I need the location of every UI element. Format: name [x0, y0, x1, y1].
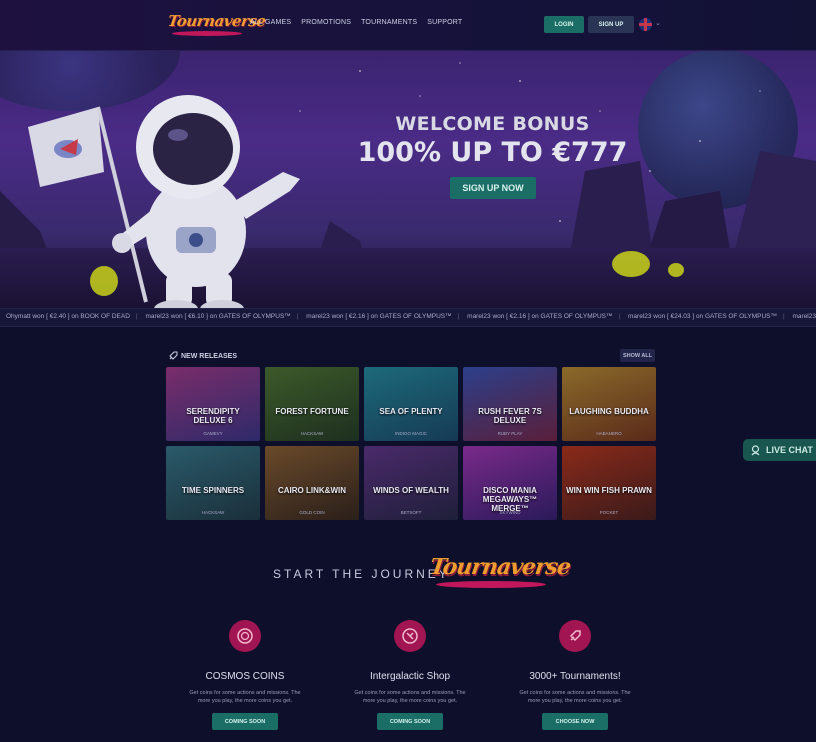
main-nav: ALL GAMES PROMOTIONS TOURNAMENTS SUPPORT	[250, 19, 462, 26]
ticker-item: Ohymatt won [ €2.40 ] on BOOK OF DEAD	[6, 313, 130, 320]
game-tile[interactable]: DISCO MANIA MEGAWAYS™ MERGE™ SKYWIND	[463, 446, 557, 520]
welcome-line2: 100% UP TO €777	[357, 137, 628, 168]
uk-flag-icon[interactable]	[639, 18, 652, 31]
header: Tournaverse ALL GAMES PROMOTIONS TOURNAM…	[0, 0, 816, 51]
game-provider: POCKET	[599, 510, 619, 515]
welcome-line1: WELCOME BONUS	[395, 113, 590, 135]
login-button[interactable]: LOGIN	[544, 16, 584, 33]
game-tile[interactable]: SEA OF PLENTY INDIGO MAGIC	[364, 367, 458, 441]
feature-title: 3000+ Tournaments!	[529, 671, 621, 682]
ticker-track: Ohymatt won [ €2.40 ] on BOOK OF DEAD | m…	[6, 313, 816, 320]
rocket-icon	[559, 620, 591, 652]
journey-logo-text: Tournaverse	[428, 554, 572, 580]
nav-promotions[interactable]: PROMOTIONS	[301, 19, 351, 26]
feature-desc: Get coins for some actions and missions.…	[354, 690, 466, 704]
journey-title: START THE JOURNEY	[273, 567, 450, 581]
game-provider: GAMEVY	[203, 431, 223, 436]
game-tile[interactable]: LAUGHING BUDDHA HABANERO	[562, 367, 656, 441]
feature-desc: Get coins for some actions and missions.…	[189, 690, 301, 704]
game-tile[interactable]: WINDS OF WEALTH BETSOFT	[364, 446, 458, 520]
game-title: SEA OF PLENTY	[379, 407, 443, 416]
ticker-item: marel23 won [ €2.16 ] on GATES OF OLYMPU…	[306, 313, 452, 320]
coming-soon-button[interactable]: COMING SOON	[377, 713, 443, 730]
game-title: SERENDIPITY DELUXE 6	[186, 407, 240, 425]
game-tile[interactable]: SERENDIPITY DELUXE 6 GAMEVY	[166, 367, 260, 441]
coin-icon	[229, 620, 261, 652]
welcome-bonus: WELCOME BONUS 100% UP TO €777	[350, 113, 635, 168]
game-title: RUSH FEVER 7S DELUXE	[478, 407, 542, 425]
game-tile[interactable]: TIME SPINNERS HACKSAW	[166, 446, 260, 520]
shop-icon	[394, 620, 426, 652]
live-chat-label: LIVE CHAT	[766, 445, 813, 455]
game-title: TIME SPINNERS	[181, 486, 245, 495]
choose-now-button[interactable]: CHOOSE NOW	[542, 713, 608, 730]
ticker-item: marel23 won [ €6.10 ] on GATES OF OLYMPU…	[145, 313, 291, 320]
logo-swoosh	[172, 31, 242, 36]
game-provider: GOLD COIN	[299, 510, 325, 515]
live-chat-button[interactable]: LIVE CHAT	[743, 439, 816, 461]
game-title: DISCO MANIA MEGAWAYS™ MERGE™	[482, 486, 538, 513]
new-releases-label: NEW RELEASES	[181, 352, 238, 360]
game-title: LAUGHING BUDDHA	[569, 407, 649, 416]
feature-title: Intergalactic Shop	[369, 671, 451, 682]
feature-cosmos-coins: COSMOS COINS Get coins for some actions …	[175, 620, 315, 730]
feature-intergalactic-shop: Intergalactic Shop Get coins for some ac…	[340, 620, 480, 730]
logo[interactable]: Tournaverse	[167, 10, 267, 38]
game-tile[interactable]: CAIRO LINK&WIN GOLD COIN	[265, 446, 359, 520]
journey-logo: Tournaverse	[428, 548, 572, 592]
feature-tournaments: 3000+ Tournaments! Get coins for some ac…	[505, 620, 645, 730]
rocket-icon	[169, 351, 178, 360]
feature-desc: Get coins for some actions and missions.…	[519, 690, 631, 704]
ticker-item: marel23 won [ €2.16 ] on GATES OF OLYMPU…	[467, 313, 613, 320]
chat-icon	[751, 444, 760, 455]
game-title: FOREST FORTUNE	[275, 407, 349, 416]
journey-logo-swoosh	[436, 581, 546, 588]
game-title: CAIRO LINK&WIN	[278, 486, 346, 495]
coming-soon-button[interactable]: COMING SOON	[212, 713, 278, 730]
game-provider: SKYWIND	[499, 510, 521, 515]
astronaut-illustration	[28, 95, 300, 308]
chevron-down-icon[interactable]: ⌄	[655, 19, 661, 27]
game-provider: BETSOFT	[400, 510, 422, 515]
game-provider: HABANERO	[596, 431, 622, 436]
glow-rock	[668, 263, 684, 277]
new-releases-title: NEW RELEASES	[168, 351, 237, 361]
game-title: WINDS OF WEALTH	[373, 486, 449, 495]
hero-banner: WELCOME BONUS 100% UP TO €777 SIGN UP NO…	[0, 51, 816, 308]
ticker-item: marel23 won [ €24.03 ] on GATES OF OLYMP…	[628, 313, 777, 320]
game-provider: HACKSAW	[201, 510, 225, 515]
signup-button[interactable]: SIGN UP	[588, 16, 634, 33]
game-tile[interactable]: FOREST FORTUNE HACKSAW	[265, 367, 359, 441]
game-tile[interactable]: WIN WIN FISH PRAWN POCKET	[562, 446, 656, 520]
nav-all-games[interactable]: ALL GAMES	[250, 19, 291, 26]
show-all-button[interactable]: SHOW ALL	[620, 349, 655, 362]
glow-rock	[612, 251, 650, 277]
hero-signup-button[interactable]: SIGN UP NOW	[450, 177, 536, 199]
game-provider: RUBY PLAY	[497, 431, 523, 436]
game-tile[interactable]: RUSH FEVER 7S DELUXE RUBY PLAY	[463, 367, 557, 441]
nav-support[interactable]: SUPPORT	[427, 19, 462, 26]
feature-title: COSMOS COINS	[205, 671, 285, 682]
game-provider: INDIGO MAGIC	[394, 431, 427, 436]
nav-tournaments[interactable]: TOURNAMENTS	[361, 19, 417, 26]
winners-ticker: Ohymatt won [ €2.40 ] on BOOK OF DEAD | m…	[0, 308, 816, 327]
game-provider: HACKSAW	[300, 431, 324, 436]
games-grid: SERENDIPITY DELUXE 6 GAMEVY FOREST FORTUNE…	[166, 367, 656, 520]
game-title: WIN WIN FISH PRAWN	[566, 486, 652, 495]
ticker-item: marel23	[792, 313, 816, 320]
